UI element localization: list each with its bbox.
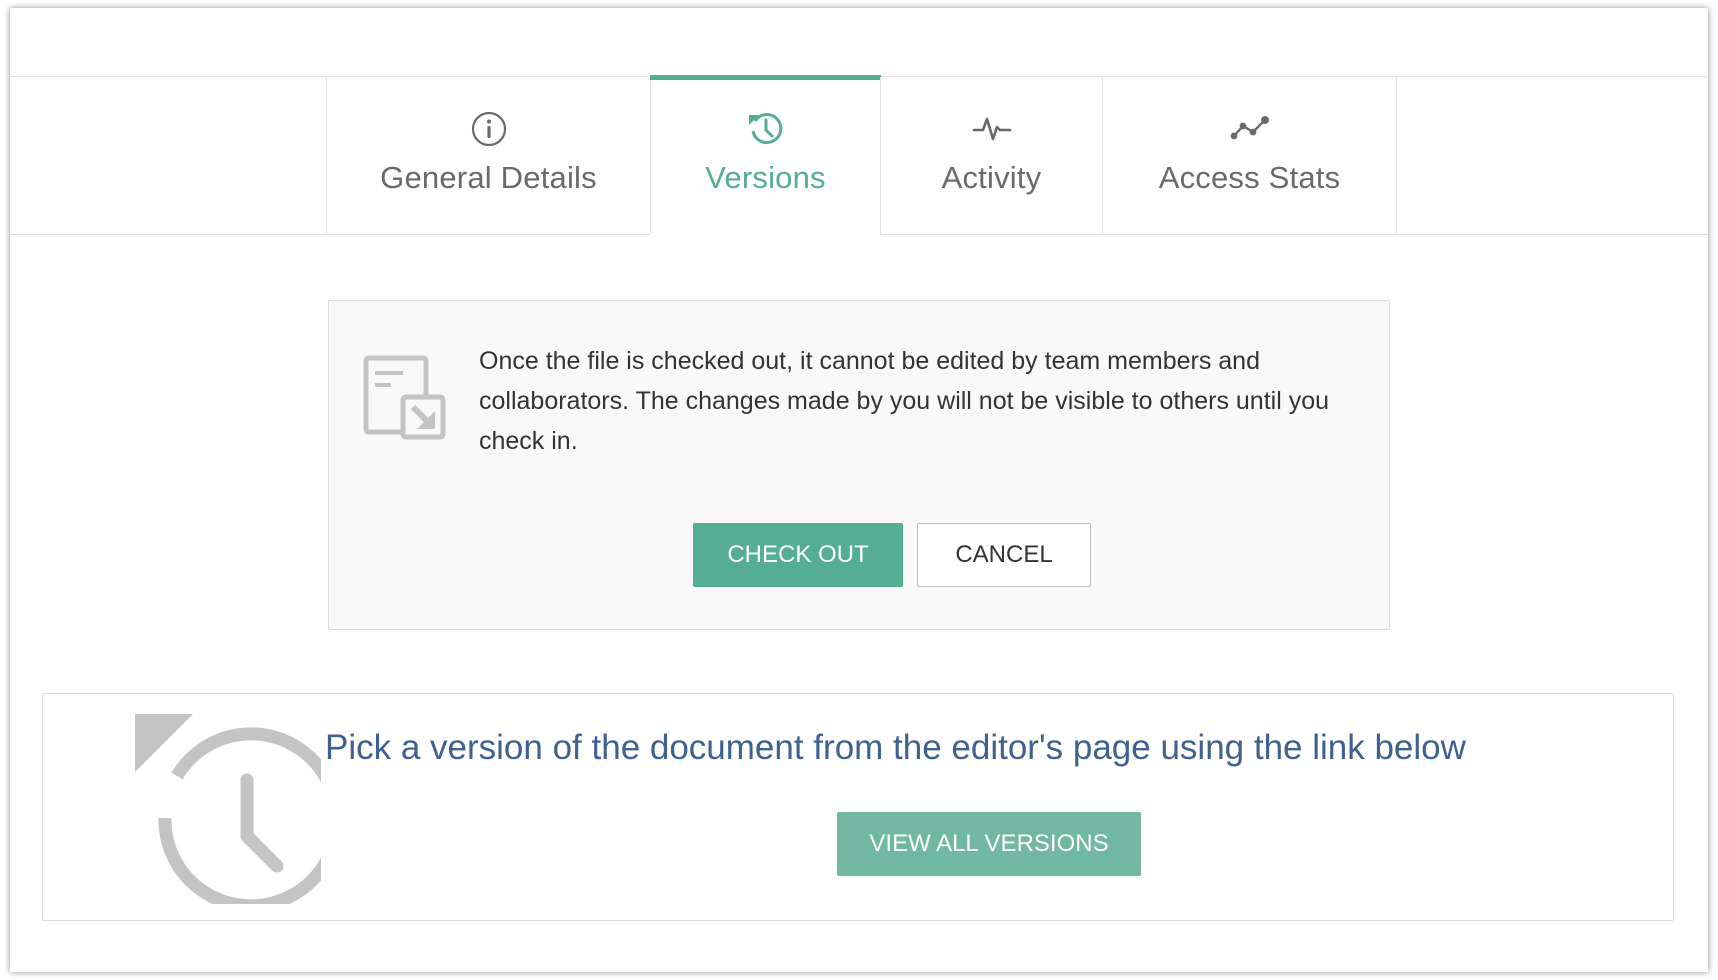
tab-label: Activity xyxy=(941,160,1042,195)
tab-label: Access Stats xyxy=(1158,160,1341,195)
history-icon xyxy=(131,714,344,913)
tab-access-stats[interactable]: Access Stats xyxy=(1102,77,1396,234)
tab-versions[interactable]: Versions xyxy=(650,75,881,235)
versions-heading: Pick a version of the document from the … xyxy=(325,728,1466,767)
versions-panel: Pick a version of the document from the … xyxy=(42,693,1674,921)
tab-general-details[interactable]: General Details xyxy=(326,77,650,234)
tab-label: General Details xyxy=(380,160,597,195)
checkout-panel: Once the file is checked out, it cannot … xyxy=(328,300,1390,630)
file-checkout-icon xyxy=(363,355,447,441)
document-details-window: General Details Versions Activity Access… xyxy=(10,8,1708,972)
checkout-message: Once the file is checked out, it cannot … xyxy=(479,347,1330,455)
history-icon xyxy=(746,108,786,150)
tab-bar-divider xyxy=(1396,77,1397,234)
tab-bar: General Details Versions Activity Access… xyxy=(10,75,1708,235)
pulse-icon xyxy=(972,108,1012,150)
info-icon xyxy=(470,108,508,150)
cancel-button[interactable]: CANCEL xyxy=(917,523,1091,587)
line-chart-icon xyxy=(1229,108,1271,150)
check-out-button[interactable]: CHECK OUT xyxy=(693,523,903,587)
tab-label: Versions xyxy=(705,160,826,195)
tab-activity[interactable]: Activity xyxy=(880,77,1102,234)
view-all-versions-button[interactable]: VIEW ALL VERSIONS xyxy=(837,812,1141,876)
